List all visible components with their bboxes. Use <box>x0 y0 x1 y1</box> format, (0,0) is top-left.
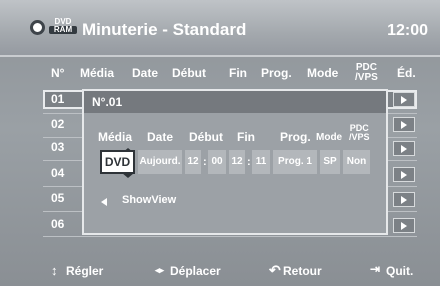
edit-play-button[interactable] <box>393 167 415 182</box>
dialog-header: N°.01 <box>84 91 386 113</box>
row-number: 02 <box>51 117 65 131</box>
col-header-start: Début <box>172 66 206 80</box>
end-colon: : <box>247 156 251 168</box>
up-down-arrows-icon: ↕ <box>51 263 58 278</box>
col-header-date: Date <box>132 66 159 80</box>
start-hour-field[interactable]: 12 <box>185 150 201 174</box>
label-prog: Prog. <box>280 130 311 144</box>
end-hour-field[interactable]: 12 <box>229 150 245 174</box>
row-divider <box>43 236 417 237</box>
showview-option[interactable]: ShowView <box>122 194 176 206</box>
label-date: Date <box>147 130 174 144</box>
edit-play-button[interactable] <box>393 141 415 156</box>
col-header-mode: Mode <box>307 66 339 80</box>
dialog-title: N°.01 <box>92 95 123 109</box>
footer-quit-label: Quit. <box>386 264 414 278</box>
row-number: 04 <box>51 166 65 180</box>
end-minute-field[interactable]: 11 <box>252 150 270 174</box>
disc-type-badge: DVD RAM <box>49 18 77 34</box>
col-header-pdc-line2: /VPS <box>355 72 378 83</box>
col-header-edit: Éd. <box>397 66 416 80</box>
label-media: Média <box>98 130 133 144</box>
footer-back-label: Retour <box>283 264 322 278</box>
arrow-left-icon[interactable] <box>101 198 107 206</box>
left-right-arrows-icon: ◂▸ <box>155 265 165 275</box>
media-field[interactable]: DVD <box>100 150 135 174</box>
edit-play-button[interactable] <box>393 92 415 107</box>
col-header-no: N° <box>51 66 65 80</box>
page-title: Minuterie - Standard <box>82 20 247 39</box>
exit-icon: ⇥ <box>370 262 381 276</box>
start-colon: : <box>203 156 207 168</box>
timer-edit-dialog: N°.01 Média Date Début Fin Prog. Mode PD… <box>82 89 388 235</box>
date-field[interactable]: Aujourd. <box>138 150 182 174</box>
row-number: 05 <box>51 191 65 205</box>
col-header-pdc: PDC /VPS <box>355 63 378 83</box>
label-pdc-line2: /VPS <box>349 132 370 142</box>
edit-play-button[interactable] <box>393 218 415 233</box>
edit-play-button[interactable] <box>393 117 415 132</box>
arrow-down-icon[interactable] <box>122 173 134 178</box>
col-header-media: Média <box>80 66 115 80</box>
label-pdc: PDC /VPS <box>349 124 370 142</box>
mode-field[interactable]: SP <box>320 150 340 174</box>
row-number: 03 <box>51 140 65 154</box>
clock: 12:00 <box>387 22 428 39</box>
title-divider <box>0 55 440 57</box>
disc-badge-bottom: RAM <box>49 26 77 34</box>
start-minute-field[interactable]: 00 <box>208 150 226 174</box>
disc-icon <box>30 20 45 35</box>
edit-play-button[interactable] <box>393 192 415 207</box>
label-mode: Mode <box>316 132 343 143</box>
footer-adjust-label: Régler <box>66 264 104 278</box>
footer-move-label: Déplacer <box>170 264 221 278</box>
timer-screen: DVD RAM Minuterie - Standard 12:00 N° Mé… <box>0 0 440 286</box>
program-field[interactable]: Prog. 1 <box>273 150 317 174</box>
col-header-prog: Prog. <box>261 66 292 80</box>
pdc-field[interactable]: Non <box>343 150 370 174</box>
row-number: 01 <box>51 92 65 106</box>
col-header-end: Fin <box>229 66 247 80</box>
label-start: Début <box>189 130 223 144</box>
label-end: Fin <box>237 130 255 144</box>
return-arrow-icon: ↶ <box>269 262 281 278</box>
row-number: 06 <box>51 217 65 231</box>
